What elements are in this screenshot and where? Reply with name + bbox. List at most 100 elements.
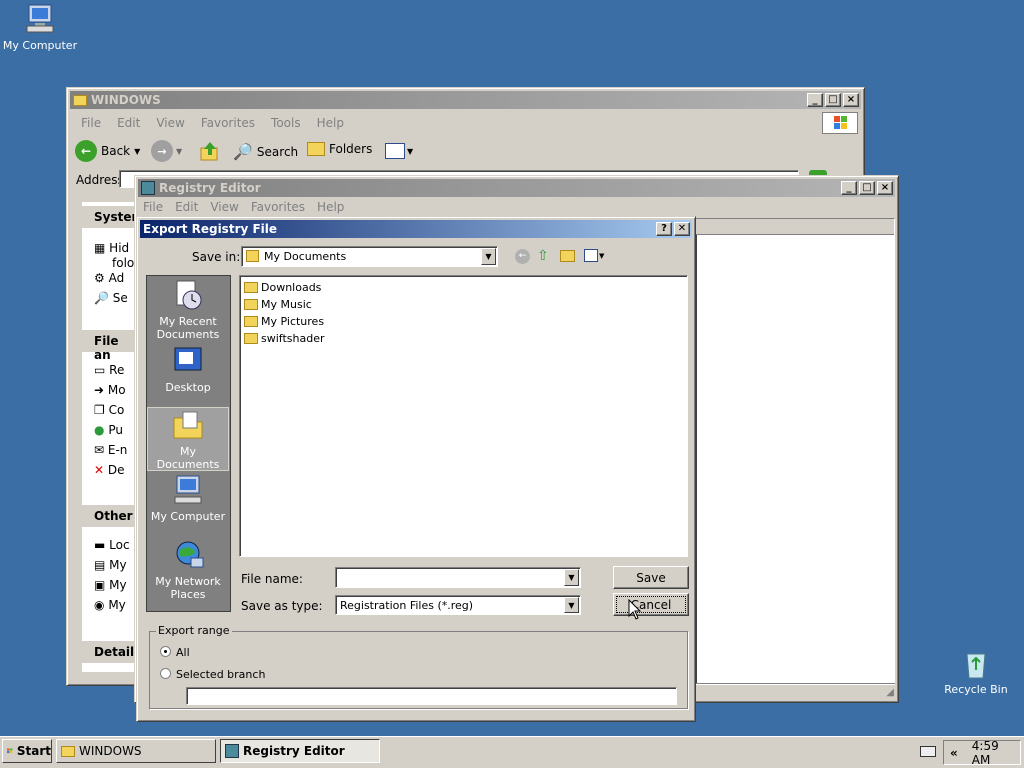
list-item[interactable]: Downloads: [244, 279, 687, 296]
resize-grip-icon[interactable]: ◢: [886, 687, 894, 698]
task-item[interactable]: ⚙ Ad: [94, 268, 134, 288]
radio-button-checked[interactable]: [160, 646, 171, 657]
chevron-down-icon[interactable]: ▼: [564, 569, 579, 586]
maximize-button[interactable]: □: [859, 181, 875, 195]
task-item[interactable]: ▦ Hid: [94, 238, 134, 258]
help-button[interactable]: ?: [656, 222, 672, 236]
search-button[interactable]: 🔎 Search: [233, 142, 298, 161]
place-recent-documents[interactable]: My Recent Documents: [147, 278, 229, 342]
back-nav-icon[interactable]: ←: [515, 249, 530, 264]
publish-icon: ●: [94, 423, 105, 437]
task-item[interactable]: ❐ Co: [94, 400, 127, 420]
view-menu-icon[interactable]: ▼: [584, 249, 604, 262]
menu-help[interactable]: Help: [317, 200, 344, 214]
list-item[interactable]: swiftshader: [244, 330, 687, 347]
task-item[interactable]: 🔎 Se: [94, 288, 134, 308]
task-item[interactable]: ▭ Re: [94, 360, 127, 380]
task-item[interactable]: ▣ My: [94, 575, 130, 595]
cancel-button[interactable]: Cancel: [613, 593, 689, 616]
task-item[interactable]: folo: [94, 257, 134, 269]
list-item[interactable]: My Pictures: [244, 313, 687, 330]
desktop-icon-my-computer[interactable]: My Computer: [0, 2, 80, 52]
my-documents-icon: [173, 411, 203, 439]
regedit-titlebar[interactable]: Registry Editor _ □ ×: [138, 179, 895, 197]
address-label: Address: [76, 173, 124, 187]
file-list[interactable]: Downloads My Music My Pictures swiftshad…: [239, 275, 688, 557]
radio-button[interactable]: [160, 668, 171, 679]
regedit-value-pane[interactable]: [695, 218, 895, 685]
file-name-combo[interactable]: ▼: [335, 567, 581, 588]
place-desktop[interactable]: Desktop: [147, 344, 229, 408]
save-button[interactable]: Save: [613, 566, 689, 589]
task-pane: System ▦ Hid folo ⚙ Ad 🔎 Se File an ▭ Re…: [82, 202, 144, 672]
forward-button[interactable]: → ▼: [151, 140, 182, 162]
copy-icon: ❐: [94, 403, 105, 417]
column-header[interactable]: [696, 219, 894, 235]
place-network-places[interactable]: My Network Places: [147, 538, 229, 608]
menu-help[interactable]: Help: [317, 116, 344, 130]
branch-input[interactable]: [186, 687, 677, 705]
dialog-titlebar[interactable]: Export Registry File ? ✕: [140, 220, 692, 238]
up-folder-button[interactable]: [199, 140, 221, 162]
maximize-button[interactable]: □: [825, 93, 841, 107]
back-arrow-icon: ←: [75, 140, 97, 162]
task-item[interactable]: ● Pu: [94, 420, 127, 440]
chevron-down-icon[interactable]: ▼: [564, 597, 579, 613]
task-item[interactable]: ▬ Loc: [94, 535, 130, 555]
minimize-button[interactable]: _: [807, 93, 823, 107]
menu-edit[interactable]: Edit: [117, 116, 140, 130]
clock[interactable]: 4:59 AM: [972, 739, 1020, 767]
list-item[interactable]: My Music: [244, 296, 687, 313]
keyboard-icon[interactable]: [920, 746, 936, 757]
recent-documents-icon: [176, 280, 202, 310]
music-folder-icon: [244, 299, 258, 310]
views-icon: [385, 143, 405, 159]
task-item[interactable]: ◉ My: [94, 595, 130, 615]
panel-title: File an: [82, 330, 134, 362]
radio-all[interactable]: All: [160, 646, 190, 659]
menu-file[interactable]: File: [81, 116, 101, 130]
forward-arrow-icon: →: [151, 140, 173, 162]
menu-favorites[interactable]: Favorites: [251, 200, 305, 214]
menu-view[interactable]: View: [210, 200, 238, 214]
taskbar-item-registry-editor[interactable]: Registry Editor: [220, 739, 380, 763]
menu-file[interactable]: File: [143, 200, 163, 214]
menu-favorites[interactable]: Favorites: [201, 116, 255, 130]
save-as-type-label: Save as type:: [241, 599, 323, 613]
place-my-computer[interactable]: My Computer: [147, 473, 229, 537]
views-button[interactable]: ▼: [385, 143, 413, 159]
close-button[interactable]: ✕: [674, 222, 690, 236]
new-folder-icon[interactable]: [560, 250, 575, 262]
export-dialog: Export Registry File ? ✕ Save in: My Doc…: [136, 216, 696, 722]
save-in-combo[interactable]: My Documents ▼: [241, 246, 498, 267]
back-button[interactable]: ← Back ▼: [75, 140, 140, 162]
up-folder-icon[interactable]: ⇧: [537, 248, 549, 264]
place-my-documents[interactable]: My Documents: [147, 407, 229, 471]
taskbar-item-windows[interactable]: WINDOWS: [56, 739, 216, 763]
folders-button[interactable]: Folders: [307, 142, 372, 156]
close-button[interactable]: ×: [877, 181, 893, 195]
regedit-title: Registry Editor: [159, 181, 261, 195]
tray-expand-button[interactable]: «: [950, 746, 958, 760]
minimize-button[interactable]: _: [841, 181, 857, 195]
close-button[interactable]: ×: [843, 93, 859, 107]
dialog-title: Export Registry File: [143, 222, 278, 236]
save-as-type-combo[interactable]: Registration Files (*.reg) ▼: [335, 595, 581, 615]
start-button[interactable]: Start: [2, 739, 52, 763]
menu-tools[interactable]: Tools: [271, 116, 301, 130]
explorer-titlebar[interactable]: WINDOWS _ □ ×: [70, 91, 861, 109]
email-icon: ✉: [94, 443, 105, 457]
task-item[interactable]: ➜ Mo: [94, 380, 127, 400]
my-computer-icon: [174, 475, 202, 504]
panel-title: Details: [82, 641, 141, 663]
chevron-down-icon[interactable]: ▼: [481, 248, 496, 265]
desktop-icon-label: Recycle Bin: [944, 683, 1008, 696]
menu-edit[interactable]: Edit: [175, 200, 198, 214]
desktop-icon-recycle-bin[interactable]: Recycle Bin: [936, 648, 1016, 696]
task-item[interactable]: ✕ De: [94, 460, 127, 480]
explorer-menubar: File Edit View Favorites Tools Help: [81, 116, 344, 130]
task-item[interactable]: ✉ E-n: [94, 440, 127, 460]
radio-selected-branch[interactable]: Selected branch: [160, 668, 265, 681]
task-item[interactable]: ▤ My: [94, 555, 130, 575]
menu-view[interactable]: View: [156, 116, 184, 130]
